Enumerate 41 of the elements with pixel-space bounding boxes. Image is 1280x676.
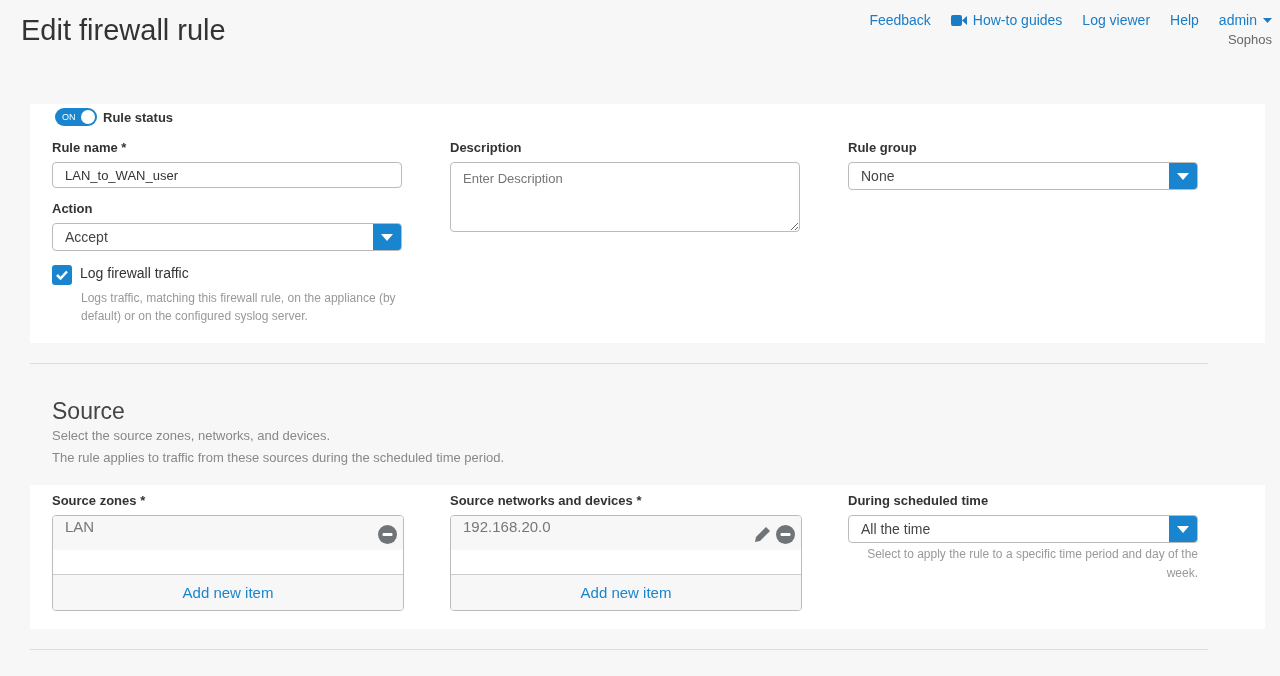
page-title: Edit firewall rule [21, 14, 226, 48]
description-field[interactable]: Enter Description [450, 162, 800, 232]
field-label: Rule name * [52, 140, 128, 155]
header-link[interactable]: Feedback [869, 12, 931, 28]
help-text: Logs traffic, matching this firewall rule, on the appliance (by default) or on the configured syslog server. [81, 290, 397, 325]
caret-icon [1177, 525, 1189, 533]
section-description: Select the source zones, networks, and devices. [52, 427, 332, 445]
rule-name-field[interactable]: LAN_to_WAN_user [52, 162, 402, 188]
action-dropdown[interactable]: Accept [52, 223, 402, 251]
caret-icon [1177, 172, 1189, 180]
field-label: Source zones * [52, 493, 147, 508]
field-label: Source networks and devices * [450, 493, 643, 508]
field-label: Action [52, 201, 94, 216]
add-item-button[interactable]: Add new item [451, 575, 801, 610]
header-link[interactable]: How-to guides [950, 12, 1063, 28]
organization-name: Sophos [1227, 32, 1272, 47]
checkmark-icon [56, 270, 68, 280]
field-label: Description [450, 140, 523, 155]
user-menu[interactable]: admin [1218, 12, 1272, 28]
pencil-icon[interactable] [753, 524, 772, 544]
video-camera-icon [950, 14, 967, 26]
log-traffic-checkbox[interactable] [52, 265, 72, 285]
list-item: 192.168.20.0 [463, 518, 551, 537]
field-label: During scheduled time [848, 493, 990, 508]
list-item: LAN [65, 518, 95, 537]
remove-icon[interactable] [776, 524, 795, 544]
remove-icon[interactable] [378, 524, 397, 544]
section-description: The rule applies to traffic from these sources during the scheduled time period. [52, 449, 506, 467]
rule-group-dropdown[interactable]: None [848, 162, 1198, 190]
add-item-button[interactable]: Add new item [53, 575, 403, 610]
field-label: Rule group [848, 140, 918, 155]
rule-status-label: Rule status [103, 109, 174, 125]
section-title: Source [52, 398, 126, 425]
caret-icon [381, 233, 393, 241]
header-link[interactable]: Help [1170, 12, 1199, 28]
checkbox-label: Log firewall traffic [80, 265, 189, 283]
header-link[interactable]: Log viewer [1082, 12, 1151, 28]
caret-icon [1263, 17, 1272, 23]
rule-status-toggle[interactable]: ON [55, 108, 97, 126]
help-text: Select to apply the rule to a specific time period and day of the week. [866, 546, 1198, 582]
schedule-dropdown[interactable]: All the time [848, 515, 1198, 543]
